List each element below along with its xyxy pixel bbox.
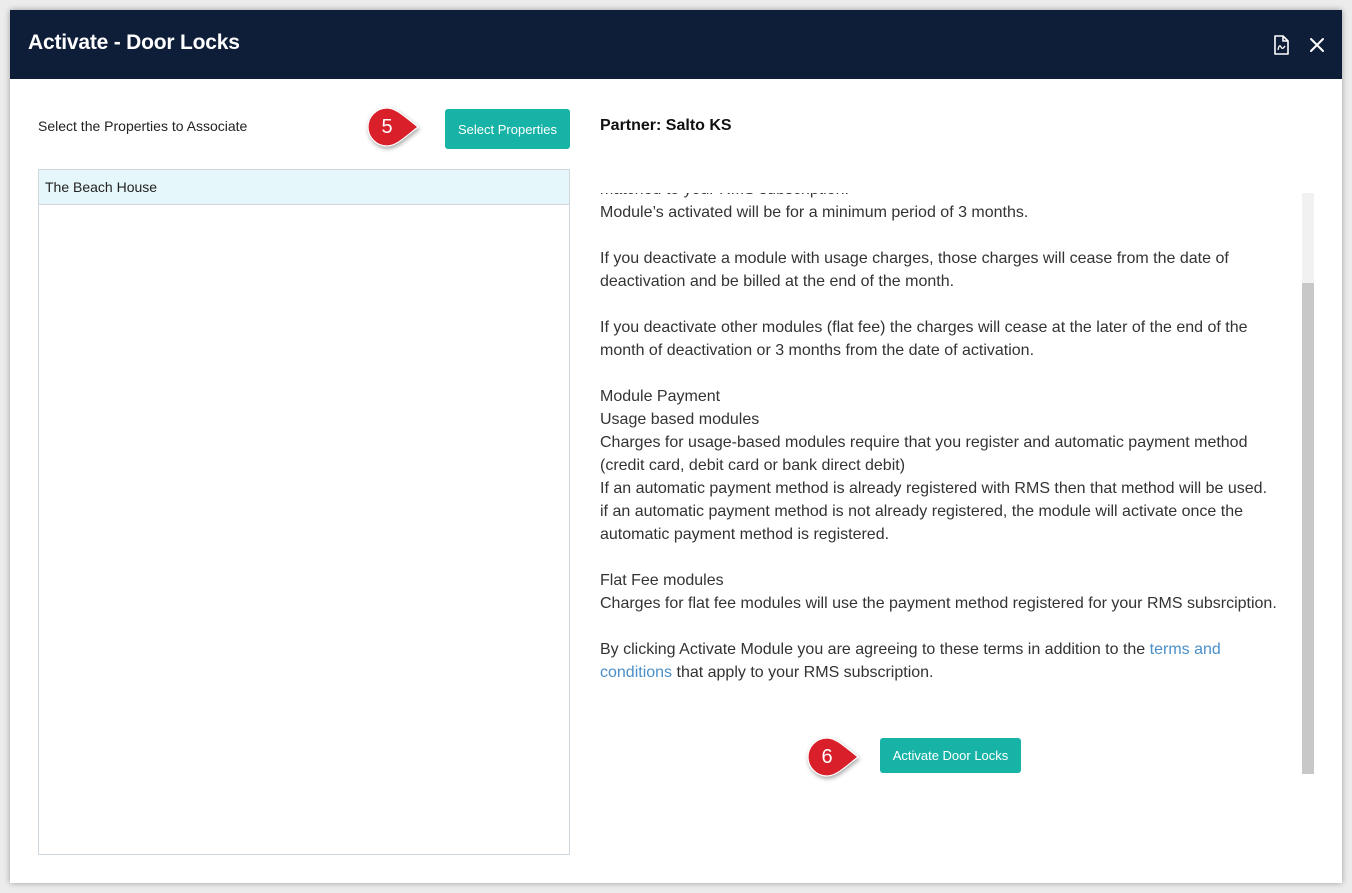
terms-flat-deactivate: If you deactivate other modules (flat fe… [600,319,1248,359]
property-item-beach-house[interactable]: The Beach House [39,170,569,205]
close-icon[interactable] [1306,34,1328,56]
terms-usage-heading: Usage based modules [600,411,760,428]
terms-scroll-area: matched to your RMS subscription. Module… [600,193,1300,773]
terms-usage-line1: Charges for usage-based modules require … [600,434,1248,474]
terms-flat-heading: Flat Fee modules [600,572,724,589]
step-6-annotation: 6 [807,737,859,777]
activate-dialog: Activate - Door Locks Select the Propert… [10,10,1342,883]
properties-list: The Beach House [38,169,570,855]
dialog-header: Activate - Door Locks [10,10,1342,79]
step-5-number: 5 [381,115,393,138]
dialog-title: Activate - Door Locks [28,31,240,54]
terms-min-period: Module’s activated will be for a minimum… [600,204,1029,221]
step-6-number: 6 [821,745,833,768]
partner-label: Partner: Salto KS [600,117,732,134]
terms-usage-deactivate: If you deactivate a module with usage ch… [600,250,1229,290]
step-5-annotation: 5 [367,107,419,147]
select-properties-button[interactable]: Select Properties [445,109,570,149]
pdf-document-icon[interactable] [1270,34,1292,56]
select-properties-label: Select the Properties to Associate [38,118,248,134]
terms-agree-prefix: By clicking Activate Module you are agre… [600,641,1150,658]
terms-cut-line: matched to your RMS subscription. [600,193,1295,201]
terms-payment-heading: Module Payment [600,388,721,405]
terms-usage-line2: If an automatic payment method is alread… [600,480,1268,497]
terms-content: matched to your RMS subscription. Module… [600,193,1295,707]
terms-scrollbar[interactable] [1302,193,1314,774]
terms-agree-suffix: that apply to your RMS subscription. [672,664,934,681]
terms-usage-line3: if an automatic payment method is not al… [600,503,1244,543]
activate-door-locks-button[interactable]: Activate Door Locks [880,738,1021,773]
terms-flat-line: Charges for flat fee modules will use th… [600,595,1277,612]
scrollbar-thumb[interactable] [1302,283,1314,774]
terms-agreement: By clicking Activate Module you are agre… [600,638,1295,684]
